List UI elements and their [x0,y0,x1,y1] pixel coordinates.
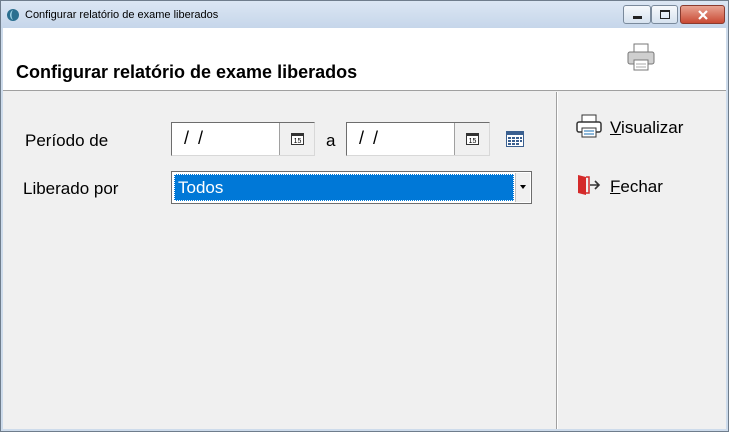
period-label: Período de [25,131,109,150]
date-from-field[interactable]: / / 15 [171,122,315,156]
preview-button[interactable]: Visualizar [575,113,715,143]
svg-text:15: 15 [469,138,477,145]
dialog-client: Configurar relatório de exame liberados … [3,28,726,429]
minimize-button[interactable] [623,5,651,24]
window-title: Configurar relatório de exame liberados [25,9,219,21]
date-to-calendar-button[interactable]: 15 [454,123,489,155]
dialog-window: Configurar relatório de exame liberados … [0,0,729,432]
date-range-separator: a [326,131,336,150]
exit-door-icon [578,175,601,195]
calendar-icon: 15 [466,133,479,145]
date-from-calendar-button[interactable]: 15 [279,123,314,155]
header-band: Configurar relatório de exame liberados [3,28,726,91]
close-window-button[interactable] [680,5,725,24]
close-label: Fechar [610,177,663,196]
date-to-field[interactable]: / / 15 [346,122,490,156]
page-title: Configurar relatório de exame liberados [16,62,358,82]
chevron-down-icon[interactable] [515,173,530,202]
released-by-select[interactable]: Todos [171,171,532,204]
panel-divider [556,92,558,429]
date-from-value: / / [184,128,206,148]
minimize-icon [633,16,642,19]
title-bar[interactable]: Configurar relatório de exame liberados [1,1,728,28]
preview-label: Visualizar [610,118,684,137]
maximize-icon [660,10,670,19]
app-icon [7,9,19,21]
printer-icon [576,114,602,138]
released-by-label: Liberado por [23,179,119,198]
calendar-icon: 15 [291,133,304,145]
date-to-value: / / [359,128,381,148]
printer-icon [627,43,655,71]
close-icon [698,10,708,20]
released-by-value: Todos [178,178,224,197]
date-range-calendar-icon[interactable] [506,131,524,147]
svg-text:15: 15 [294,138,302,145]
maximize-button[interactable] [651,5,678,24]
close-button[interactable]: Fechar [575,172,715,202]
released-by-selected: Todos [174,174,514,201]
